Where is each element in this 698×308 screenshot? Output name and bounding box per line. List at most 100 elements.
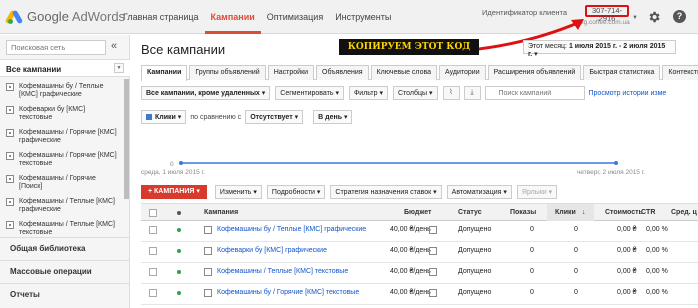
status-value: Допущено xyxy=(458,268,492,275)
shared-library-link[interactable]: Общая библиотека xyxy=(0,237,130,260)
impressions-value: 0 xyxy=(530,268,534,275)
change-history-link[interactable]: Просмотр истории изме xyxy=(589,90,667,97)
campaign-icon xyxy=(6,83,14,91)
col-avg-cpc[interactable]: Сред. ц xyxy=(671,209,697,216)
tab-ads[interactable]: Объявления xyxy=(316,65,369,80)
chart-toggle-icon[interactable]: ⌇ xyxy=(442,86,460,100)
budget-value[interactable]: 40,00 ₴/день xyxy=(390,247,431,254)
campaign-icon xyxy=(6,198,14,206)
col-ctr[interactable]: CTR xyxy=(641,209,655,216)
row-checkbox[interactable] xyxy=(149,247,157,255)
sidebar-campaign-label: Кофемашины / Горячие [Поиск] xyxy=(19,175,96,190)
series-point xyxy=(614,161,618,165)
logo-brand: Google xyxy=(27,9,69,24)
client-id-value[interactable]: 307-714-2916 xyxy=(585,5,629,23)
add-campaign-button[interactable]: + КАМПАНИЯ ▾ xyxy=(141,185,207,199)
tab-audiences[interactable]: Аудитории xyxy=(439,65,486,80)
automation-dropdown[interactable]: Автоматизация ▾ xyxy=(446,185,512,199)
tab-ad-extensions[interactable]: Расширения объявлений xyxy=(487,65,582,80)
sidebar-campaign-item[interactable]: Кофемашины бу / Теплые [КМС] графические xyxy=(0,79,124,102)
table-row: Кофемашины бу / Горячие [КМС] текстовые … xyxy=(141,284,698,305)
adwords-logo[interactable]: Google AdWords xyxy=(4,9,125,24)
chart-svg xyxy=(179,161,618,165)
labels-dropdown[interactable]: Ярлыки ▾ xyxy=(516,185,558,199)
filter-dropdown[interactable]: Фильтр ▾ xyxy=(348,86,388,100)
select-all-checkbox[interactable] xyxy=(149,209,157,217)
reports-link[interactable]: Отчеты xyxy=(0,283,130,306)
edit-dropdown[interactable]: Изменить ▾ xyxy=(214,185,262,199)
budget-chart-icon[interactable] xyxy=(429,247,437,255)
top-bar: Google AdWords Главная страница Кампании… xyxy=(0,0,698,34)
sidebar-all-campaigns[interactable]: Все кампании ▼ xyxy=(0,59,130,77)
status-dot-icon[interactable] xyxy=(177,249,181,253)
tab-campaigns[interactable]: Кампании xyxy=(141,65,188,81)
segment-dropdown[interactable]: Сегментировать ▾ xyxy=(275,86,344,100)
tab-quick-stats[interactable]: Быстрая статистика xyxy=(583,65,661,80)
tab-contextual[interactable]: Контекстно-ме xyxy=(662,65,698,80)
metric-dropdown[interactable]: Клики ▾ xyxy=(141,110,187,124)
col-status[interactable]: Статус xyxy=(458,209,482,216)
sidebar-campaign-item[interactable]: Кофемашины / Горячие [Поиск] xyxy=(0,171,124,194)
campaign-name-link[interactable]: Кофеварки бу [КМС] графические xyxy=(217,247,327,254)
date-range-selector[interactable]: Этот месяц: 1 июля 2015 г. - 2 июля 2015… xyxy=(523,40,676,58)
row-checkbox[interactable] xyxy=(149,226,157,234)
sidebar-campaign-item[interactable]: Кофемашины / Теплые [КМС] графические xyxy=(0,194,124,217)
campaign-tabs: Кампании Группы объявлений Настройки Объ… xyxy=(141,65,698,81)
campaign-name-link[interactable]: Кофемашины бу / Горячие [КМС] текстовые xyxy=(217,289,359,296)
status-value: Допущено xyxy=(458,289,492,296)
nav-optimization[interactable]: Оптимизация xyxy=(261,0,329,34)
columns-dropdown[interactable]: Столбцы ▾ xyxy=(392,86,438,100)
budget-chart-icon[interactable] xyxy=(429,268,437,276)
campaign-filter-dropdown[interactable]: Все кампании, кроме удаленных ▾ xyxy=(141,86,271,100)
status-dot-icon[interactable] xyxy=(177,291,181,295)
nav-tools[interactable]: Инструменты xyxy=(329,0,397,34)
col-clicks[interactable]: Клики xyxy=(555,209,576,216)
campaign-name-link[interactable]: Кофемашины / Теплые [КМС] текстовые xyxy=(217,268,348,275)
campaign-icon xyxy=(6,106,14,114)
cost-value: 0,00 ₴ xyxy=(617,268,637,275)
campaign-icon xyxy=(6,221,14,229)
sort-desc-icon[interactable]: ↓ xyxy=(582,209,586,216)
sidebar-scrollbar[interactable] xyxy=(124,79,129,199)
budget-chart-icon[interactable] xyxy=(429,226,437,234)
impressions-value: 0 xyxy=(530,289,534,296)
sidebar-campaign-item[interactable]: Кофеварки бу [КМС] текстовые xyxy=(0,102,124,125)
campaign-search-input[interactable] xyxy=(484,86,585,100)
sidebar-campaign-item[interactable]: Кофемашины / Горячие [КМС] графические xyxy=(0,125,124,148)
account-chevron-down-icon[interactable]: ▼ xyxy=(632,15,638,21)
status-value: Допущено xyxy=(458,247,492,254)
col-budget[interactable]: Бюджет xyxy=(404,209,431,216)
tab-ad-groups[interactable]: Группы объявлений xyxy=(189,65,266,80)
status-dot-icon[interactable] xyxy=(177,228,181,232)
row-checkbox[interactable] xyxy=(149,289,157,297)
details-dropdown[interactable]: Подробности ▾ xyxy=(266,185,326,199)
col-campaign[interactable]: Кампания xyxy=(204,209,238,216)
nav-campaigns[interactable]: Кампании xyxy=(204,0,261,34)
period-dropdown[interactable]: В день ▾ xyxy=(313,110,353,124)
tab-settings[interactable]: Настройки xyxy=(267,65,315,80)
col-impressions[interactable]: Показы xyxy=(510,209,536,216)
gear-icon[interactable] xyxy=(647,10,661,24)
sidebar-all-dropdown-icon[interactable]: ▼ xyxy=(114,63,124,73)
budget-value[interactable]: 40,00 ₴/день xyxy=(390,226,431,233)
budget-value[interactable]: 40,00 ₴/день xyxy=(390,289,431,296)
compare-dropdown[interactable]: Отсутствует ▾ xyxy=(245,110,304,124)
sidebar-all-label: Все кампании xyxy=(6,65,62,74)
series-swatch xyxy=(146,114,152,120)
help-icon[interactable]: ? xyxy=(673,10,686,23)
sidebar-campaign-item[interactable]: Кофемашины / Горячие [КМС] текстовые xyxy=(0,148,124,171)
row-checkbox[interactable] xyxy=(149,268,157,276)
budget-chart-icon[interactable] xyxy=(429,289,437,297)
col-cost[interactable]: Стоимость xyxy=(605,209,643,216)
download-icon[interactable]: ⤓ xyxy=(463,86,481,100)
budget-value[interactable]: 40,00 ₴/день xyxy=(390,268,431,275)
collapse-sidebar-icon[interactable]: « xyxy=(111,40,117,52)
sidebar-search-input[interactable] xyxy=(6,40,106,55)
bid-strategy-dropdown[interactable]: Стратегия назначения ставок ▾ xyxy=(330,185,442,199)
nav-home[interactable]: Главная страница xyxy=(117,0,205,34)
impressions-value: 0 xyxy=(530,247,534,254)
status-dot-icon[interactable] xyxy=(177,270,181,274)
tab-keywords[interactable]: Ключевые слова xyxy=(370,65,438,80)
campaign-name-link[interactable]: Кофемашины бу / Теплые [КМС] графические xyxy=(217,226,366,233)
bulk-operations-link[interactable]: Массовые операции xyxy=(0,260,130,283)
